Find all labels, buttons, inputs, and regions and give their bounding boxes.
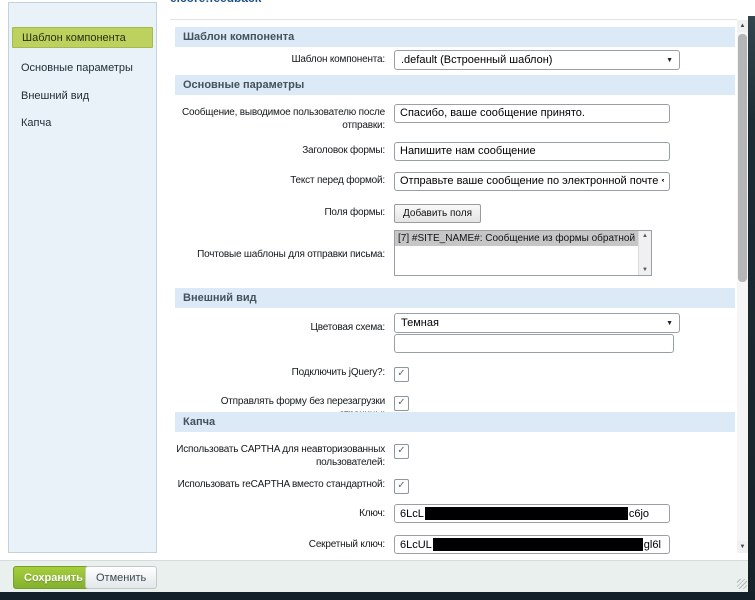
listbox-scrollbar[interactable]: ▲ ▼ [638, 231, 651, 275]
footer-bar: Сохранить Отменить [0, 560, 748, 592]
field-label: Использовать CAPTHA для неавторизованных… [175, 440, 390, 469]
field-label: Почтовые шаблоны для отправки письма: [175, 230, 390, 261]
select-value: .default (Встроенный шаблон) [401, 54, 552, 66]
field-row-color-scheme: Цветовая схема: Темная ▼ [175, 313, 735, 353]
success-message-input[interactable] [394, 104, 670, 123]
settings-form: elcore:feedback Шаблон компонента Шаблон… [160, 0, 737, 560]
redaction-block [433, 538, 643, 551]
field-row-use-captcha: Использовать CAPTHA для неавторизованных… [175, 440, 735, 469]
form-title-input[interactable] [394, 142, 670, 161]
field-row-template: Шаблон компонента: .default (Встроенный … [175, 50, 735, 70]
section-header-captcha: Капча [175, 412, 735, 432]
field-row-use-recaptcha: Использовать reCAPTHA вместо стандартной… [175, 475, 735, 494]
cancel-button[interactable]: Отменить [85, 566, 157, 589]
checkmark-icon: ✓ [397, 446, 405, 456]
field-label: Цветовая схема: [175, 313, 390, 334]
settings-sidebar: Шаблон компонента Основные параметры Вне… [8, 2, 157, 553]
key-prefix: 6LcUL [400, 539, 432, 551]
sidebar-item-appearance[interactable]: Внешний вид [21, 86, 150, 106]
vertical-scrollbar[interactable]: ▲ ▼ [737, 20, 748, 553]
field-label: Заголовок формы: [175, 141, 390, 157]
window-frame-bottom [0, 592, 755, 600]
field-label: Ключ: [175, 504, 390, 520]
key-suffix: gl6l [644, 539, 661, 551]
resize-grip-icon[interactable] [737, 579, 747, 589]
field-label: Сообщение, выводимое пользователю после … [175, 103, 390, 132]
template-select[interactable]: .default (Встроенный шаблон) ▼ [394, 50, 680, 70]
sidebar-item-captcha[interactable]: Капча [21, 113, 150, 133]
save-button[interactable]: Сохранить [13, 566, 94, 589]
no-reload-submit-checkbox[interactable]: ✓ [394, 396, 409, 411]
field-label: Шаблон компонента: [175, 50, 390, 66]
field-row-form-fields: Поля формы: Добавить поля [175, 203, 735, 223]
checkmark-icon: ✓ [397, 481, 405, 491]
scroll-down-icon[interactable]: ▼ [737, 541, 748, 553]
scroll-down-icon[interactable]: ▼ [642, 267, 648, 273]
scroll-up-icon[interactable]: ▲ [642, 233, 648, 239]
page-title: elcore:feedback [170, 0, 261, 5]
field-row-captcha-key: Ключ: 6LcL c6jo [175, 504, 735, 523]
section-header-template: Шаблон компонента [175, 27, 735, 47]
field-label: Текст перед формой: [175, 171, 390, 187]
key-suffix: c6jo [629, 508, 649, 520]
include-jquery-checkbox[interactable]: ✓ [394, 367, 409, 382]
color-scheme-extra-input[interactable] [394, 334, 674, 353]
field-label: Секретный ключ: [175, 535, 390, 551]
sidebar-item-main-params[interactable]: Основные параметры [21, 58, 150, 78]
key-prefix: 6LcL [400, 508, 424, 520]
color-scheme-select[interactable]: Темная ▼ [394, 313, 680, 333]
captcha-key-input[interactable]: 6LcL c6jo [394, 504, 670, 523]
field-row-captcha-secret-key: Секретный ключ: 6LcUL gl6l [175, 535, 735, 554]
use-captcha-checkbox[interactable]: ✓ [394, 444, 409, 459]
field-row-mail-templates: Почтовые шаблоны для отправки письма: [7… [175, 230, 735, 276]
select-value: Темная [401, 317, 439, 329]
section-header-appearance: Внешний вид [175, 288, 735, 308]
field-label: Подключить jQuery?: [175, 363, 390, 379]
checkmark-icon: ✓ [397, 398, 405, 408]
chevron-down-icon: ▼ [666, 57, 673, 64]
scrollbar-thumb[interactable] [738, 34, 747, 282]
text-before-form-input[interactable] [394, 172, 670, 191]
section-header-main-params: Основные параметры [175, 75, 735, 95]
redaction-block [425, 507, 628, 520]
scroll-up-icon[interactable]: ▲ [737, 20, 748, 32]
chevron-down-icon: ▼ [666, 320, 673, 327]
window-frame-right [748, 16, 755, 600]
field-row-success-message: Сообщение, выводимое пользователю после … [175, 103, 735, 132]
field-label: Поля формы: [175, 203, 390, 219]
checkmark-icon: ✓ [397, 369, 405, 379]
field-row-text-before-form: Текст перед формой: [175, 171, 735, 191]
captcha-secret-key-input[interactable]: 6LcUL gl6l [394, 535, 670, 554]
field-row-form-title: Заголовок формы: [175, 141, 735, 161]
sidebar-item-template[interactable]: Шаблон компонента [12, 27, 153, 48]
field-label: Использовать reCAPTHA вместо стандартной… [175, 475, 390, 491]
listbox-option-selected[interactable]: [7] #SITE_NAME#: Сообщение из формы обра… [395, 231, 638, 246]
header-divider [170, 19, 737, 20]
field-row-include-jquery: Подключить jQuery?: ✓ [175, 363, 735, 382]
use-recaptcha-checkbox[interactable]: ✓ [394, 479, 409, 494]
mail-templates-listbox[interactable]: [7] #SITE_NAME#: Сообщение из формы обра… [394, 230, 652, 276]
add-fields-button[interactable]: Добавить поля [394, 204, 481, 223]
